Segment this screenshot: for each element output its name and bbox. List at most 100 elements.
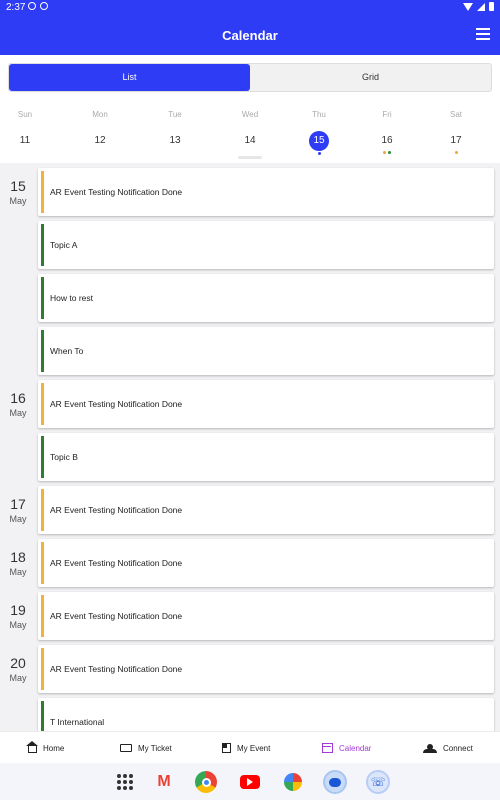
event-color-bar [41,489,44,531]
day-number[interactable]: 13 [145,132,205,150]
nav-label: Calendar [339,743,372,753]
event-card[interactable]: How to rest [38,274,494,322]
day-tue[interactable]: Tue 13 [145,110,205,157]
view-toggle-bar: List Grid [0,55,500,100]
status-bar: 2:37 [0,0,500,14]
event-title: When To [50,346,84,356]
event-card[interactable]: When To [38,327,494,375]
wifi-icon [463,2,473,11]
event-title: AR Event Testing Notification Done [50,505,183,515]
event-dots [289,152,349,158]
event-title: Topic B [50,452,78,462]
list-view-button[interactable]: List [9,64,250,91]
date-month: May [9,514,27,524]
event-dots [70,151,130,157]
event-card[interactable]: AR Event Testing Notification Done [38,486,494,534]
day-sat[interactable]: Sat 17 [426,110,486,157]
event-dots [357,151,417,157]
event-icon [222,743,231,753]
phone-icon[interactable]: ☏ [365,769,391,795]
app-drawer-icon[interactable] [112,769,138,795]
nav-label: Connect [443,743,473,753]
event-title: AR Event Testing Notification Done [50,187,183,197]
agenda-date: 17 May [0,496,36,524]
day-mon[interactable]: Mon 12 [70,110,130,157]
youtube-icon[interactable] [237,769,263,795]
event-title: Topic A [50,240,78,250]
date-day: 15 [10,178,26,194]
day-number[interactable]: 12 [70,132,130,150]
day-number[interactable]: 16 [357,132,417,150]
shield-icon [28,2,36,10]
notification-icon [40,2,48,10]
day-number[interactable]: 17 [426,132,486,150]
date-day: 16 [10,390,26,406]
date-month: May [9,673,27,683]
messages-icon[interactable] [322,769,348,795]
system-dock: M ☏ [0,763,500,800]
date-day: 18 [10,549,26,565]
event-title: AR Event Testing Notification Done [50,399,183,409]
hamburger-menu-icon[interactable] [476,28,490,40]
event-card[interactable]: AR Event Testing Notification Done [38,168,494,216]
day-number[interactable]: 11 [0,132,55,150]
event-color-bar [41,171,44,213]
date-day: 20 [10,655,26,671]
agenda-list[interactable]: 15 May AR Event Testing Notification Done T… [0,165,500,731]
status-time: 2:37 [6,2,26,13]
nav-calendar[interactable]: Calendar [322,732,371,764]
day-number[interactable]: 14 [220,132,280,150]
date-month: May [9,408,27,418]
agenda-date: 15 May [0,178,36,206]
photos-icon[interactable] [280,769,306,795]
agenda-date: 20 May [0,655,36,683]
event-card[interactable]: AR Event Testing Notification Done [38,592,494,640]
day-number[interactable]: 15 [309,131,329,151]
event-card[interactable]: AR Event Testing Notification Done [38,380,494,428]
agenda-date: 19 May [0,602,36,630]
event-card[interactable]: AR Event Testing Notification Done [38,539,494,587]
event-card[interactable]: AR Event Testing Notification Done [38,645,494,693]
date-month: May [9,620,27,630]
event-color-bar [41,595,44,637]
day-thu[interactable]: Thu 15 [289,110,349,158]
nav-connect[interactable]: Connect [423,732,473,764]
ticket-icon [120,744,132,752]
nav-home[interactable]: Home [26,732,65,764]
view-toggle: List Grid [8,63,492,92]
event-color-bar [41,277,44,319]
day-name: Mon [92,110,108,119]
battery-icon [489,2,494,11]
event-color-bar [41,436,44,478]
day-wed[interactable]: Wed 14 [220,110,280,157]
app-header: 2:37 Calendar [0,0,500,55]
gmail-icon[interactable]: M [151,769,177,795]
event-color-bar [41,648,44,690]
nav-my-ticket[interactable]: My Ticket [120,732,172,764]
event-card[interactable]: T International [38,698,494,731]
event-title: T International [50,717,105,727]
expand-handle[interactable] [238,156,262,159]
event-dot [388,151,391,154]
event-card[interactable]: Topic A [38,221,494,269]
chrome-icon[interactable] [193,769,219,795]
event-title: AR Event Testing Notification Done [50,558,183,568]
date-day: 17 [10,496,26,512]
nav-label: Home [43,743,65,753]
event-title: How to rest [50,293,93,303]
day-sun[interactable]: Sun 11 [0,110,55,157]
date-day: 19 [10,602,26,618]
event-color-bar [41,701,44,731]
grid-view-button[interactable]: Grid [250,64,491,91]
nav-my-event[interactable]: My Event [222,732,270,764]
calendar-icon [322,743,333,753]
week-strip: Sun 11 Mon 12 Tue 13 Wed 14 Thu 15 Fri 16 Sat 17 [0,100,500,163]
event-title: AR Event Testing Notification Done [50,664,183,674]
event-dot [454,151,458,154]
day-fri[interactable]: Fri 16 [357,110,417,157]
bottom-navigation: Home My Ticket My Event Calendar Connect [0,731,500,763]
event-card[interactable]: Topic B [38,433,494,481]
event-title: AR Event Testing Notification Done [50,611,183,621]
day-name: Sat [449,110,462,119]
day-name: Sun [17,110,33,119]
